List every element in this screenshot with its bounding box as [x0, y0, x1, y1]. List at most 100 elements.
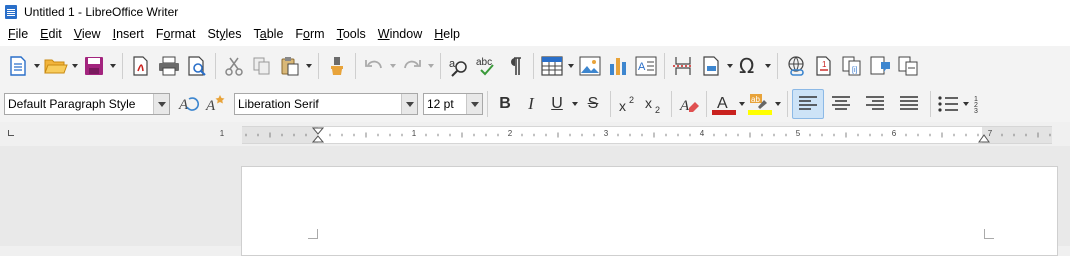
- copy-icon[interactable]: [248, 52, 276, 80]
- chevron-down-icon[interactable]: [153, 94, 169, 114]
- ruler-ticks: [245, 132, 1051, 138]
- ruler-number: 3: [603, 129, 609, 138]
- clone-formatting-icon[interactable]: [323, 52, 351, 80]
- insert-endnote-icon[interactable]: [i]: [838, 52, 866, 80]
- menu-file[interactable]: File: [2, 23, 34, 46]
- svg-text:3: 3: [974, 108, 978, 114]
- highlight-dropdown-icon[interactable]: [773, 90, 783, 118]
- special-character-dropdown-icon[interactable]: [763, 52, 773, 80]
- menu-view[interactable]: View: [68, 23, 107, 46]
- menu-form[interactable]: Form: [289, 23, 330, 46]
- toolbar-separator: [706, 91, 707, 117]
- superscript-icon[interactable]: x2: [615, 91, 641, 117]
- svg-text:2: 2: [655, 105, 660, 114]
- left-indent-marker-icon[interactable]: [312, 127, 324, 143]
- highlight-color-icon[interactable]: ab: [747, 91, 773, 117]
- menu-table[interactable]: Table: [248, 23, 290, 46]
- insert-table-icon[interactable]: [538, 52, 566, 80]
- toolbar-separator: [930, 91, 931, 117]
- spelling-icon[interactable]: abc: [473, 52, 501, 80]
- font-size-combo[interactable]: 12 pt: [423, 93, 483, 115]
- paste-dropdown-icon[interactable]: [304, 52, 314, 80]
- ordered-list-icon[interactable]: 123: [971, 91, 997, 117]
- insert-text-box-icon[interactable]: A: [632, 52, 660, 80]
- insert-hyperlink-icon[interactable]: [782, 52, 810, 80]
- special-character-icon[interactable]: Ω: [735, 52, 763, 80]
- print-icon[interactable]: [155, 52, 183, 80]
- menu-insert[interactable]: Insert: [107, 23, 150, 46]
- font-name-combo[interactable]: Liberation Serif: [234, 93, 418, 115]
- bold-icon[interactable]: B: [492, 91, 518, 117]
- save-dropdown-icon[interactable]: [108, 52, 118, 80]
- toolbar-separator: [671, 91, 672, 117]
- insert-field-dropdown-icon[interactable]: [725, 52, 735, 80]
- cut-icon[interactable]: [220, 52, 248, 80]
- subscript-icon[interactable]: x2: [641, 91, 667, 117]
- align-left-icon[interactable]: [792, 89, 824, 119]
- menu-edit[interactable]: Edit: [34, 23, 68, 46]
- toolbar-separator: [318, 53, 319, 79]
- track-changes-icon[interactable]: [894, 52, 922, 80]
- menu-tools[interactable]: Tools: [331, 23, 372, 46]
- redo-dropdown-icon[interactable]: [426, 52, 436, 80]
- svg-text:A: A: [178, 97, 189, 113]
- menu-format[interactable]: Format: [150, 23, 202, 46]
- insert-chart-icon[interactable]: [604, 52, 632, 80]
- document-area: [0, 146, 1070, 256]
- print-preview-icon[interactable]: [183, 52, 211, 80]
- paste-icon[interactable]: [276, 52, 304, 80]
- open-dropdown-icon[interactable]: [70, 52, 80, 80]
- insert-footnote-icon[interactable]: 1: [810, 52, 838, 80]
- ruler-area: 1 1 2 3 4 5 6 7: [0, 122, 1070, 146]
- font-name-value: Liberation Serif: [238, 97, 319, 111]
- font-color-dropdown-icon[interactable]: [737, 90, 747, 118]
- insert-image-icon[interactable]: [576, 52, 604, 80]
- unordered-list-icon[interactable]: [935, 91, 961, 117]
- toolbar-separator: [664, 53, 665, 79]
- export-pdf-icon[interactable]: [127, 52, 155, 80]
- italic-icon[interactable]: I: [518, 91, 544, 117]
- svg-text:ab: ab: [751, 95, 760, 104]
- justify-icon[interactable]: [892, 91, 926, 117]
- strikethrough-icon[interactable]: S: [580, 91, 606, 117]
- new-style-icon[interactable]: A: [202, 91, 228, 117]
- open-folder-icon[interactable]: [42, 52, 70, 80]
- paragraph-style-value: Default Paragraph Style: [8, 97, 136, 111]
- insert-comment-icon[interactable]: [866, 52, 894, 80]
- document-page[interactable]: [241, 166, 1058, 256]
- save-icon[interactable]: [80, 52, 108, 80]
- tab-type-selector-icon[interactable]: [8, 130, 14, 136]
- unordered-list-dropdown-icon[interactable]: [961, 90, 971, 118]
- underline-icon[interactable]: U: [544, 91, 570, 117]
- clear-formatting-icon[interactable]: A: [676, 91, 702, 117]
- new-dropdown-icon[interactable]: [32, 52, 42, 80]
- new-document-icon[interactable]: [4, 52, 32, 80]
- menu-styles[interactable]: Styles: [201, 23, 247, 46]
- svg-text:2: 2: [629, 95, 634, 105]
- update-style-icon[interactable]: A: [176, 91, 202, 117]
- toolbar-separator: [355, 53, 356, 79]
- ruler-number: 4: [699, 129, 705, 138]
- insert-table-dropdown-icon[interactable]: [566, 52, 576, 80]
- menu-help[interactable]: Help: [428, 23, 466, 46]
- svg-text:abc: abc: [476, 57, 492, 68]
- toolbar-separator: [533, 53, 534, 79]
- menu-window[interactable]: Window: [372, 23, 428, 46]
- formatting-marks-icon[interactable]: [501, 52, 529, 80]
- align-center-icon[interactable]: [824, 91, 858, 117]
- undo-dropdown-icon[interactable]: [388, 52, 398, 80]
- insert-page-break-icon[interactable]: [669, 52, 697, 80]
- svg-text:x: x: [645, 95, 652, 111]
- undo-icon[interactable]: [360, 52, 388, 80]
- chevron-down-icon[interactable]: [401, 94, 417, 114]
- font-color-icon[interactable]: A: [711, 91, 737, 117]
- toolbar-separator: [787, 91, 788, 117]
- insert-field-icon[interactable]: [697, 52, 725, 80]
- underline-dropdown-icon[interactable]: [570, 90, 580, 118]
- redo-icon[interactable]: [398, 52, 426, 80]
- chevron-down-icon[interactable]: [466, 94, 482, 114]
- align-right-icon[interactable]: [858, 91, 892, 117]
- horizontal-ruler[interactable]: 1 1 2 3 4 5 6 7: [220, 126, 1052, 144]
- find-replace-icon[interactable]: a: [445, 52, 473, 80]
- paragraph-style-combo[interactable]: Default Paragraph Style: [4, 93, 170, 115]
